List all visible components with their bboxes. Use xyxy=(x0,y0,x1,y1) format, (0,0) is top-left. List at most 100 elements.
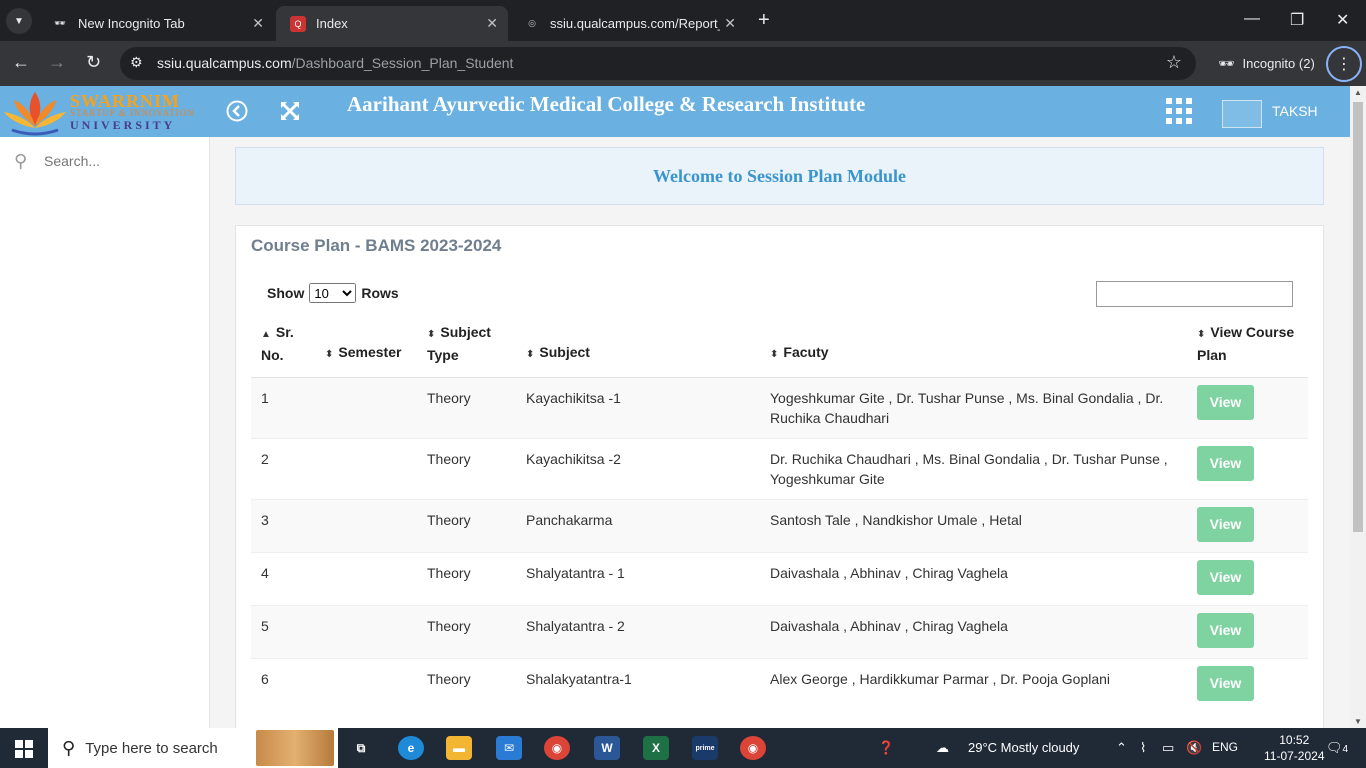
sidebar-search-input[interactable] xyxy=(44,149,194,173)
avatar[interactable] xyxy=(1222,100,1262,128)
fullscreen-icon[interactable] xyxy=(278,99,302,123)
cell-subject-type: Theory xyxy=(417,658,516,711)
column-sr-no[interactable]: ▲ Sr. No. xyxy=(251,318,315,378)
back-button[interactable]: ← xyxy=(12,52,30,73)
view-button[interactable]: View xyxy=(1197,560,1254,595)
page-size-select[interactable]: 102550100 xyxy=(309,283,357,303)
close-icon[interactable]: ✕ xyxy=(724,15,736,32)
taskbar-search-placeholder: Type here to search xyxy=(85,739,218,757)
task-view-icon[interactable]: ⧉ xyxy=(348,736,374,760)
tab-title: New Incognito Tab xyxy=(78,16,185,31)
edge-icon[interactable]: e xyxy=(398,736,424,760)
reload-button[interactable]: ↻ xyxy=(86,52,101,73)
table-header-row: ▲ Sr. No. ⬍ Semester ⬍ Subject Type ⬍ Subject … xyxy=(251,318,1308,378)
sort-icon: ⬍ xyxy=(770,349,779,360)
table-row: 3 Theory Panchakarma Santosh Tale , Nandkis… xyxy=(251,499,1308,553)
chrome-incognito-icon[interactable]: ◉ xyxy=(740,736,766,760)
column-view-course-plan[interactable]: ⬍ View Course Plan xyxy=(1187,318,1308,378)
chrome-icon[interactable]: ◉ xyxy=(544,736,570,760)
app-header: SWARRNIM STARTUP & INNOVATION UNIVERSITY… xyxy=(0,86,1350,137)
course-plan-panel: Course Plan - BAMS 2023-2024 Show 102550… xyxy=(235,225,1324,728)
cell-semester xyxy=(315,658,417,711)
url-text: ssiu.qualcampus.com/Dashboard_Session_Pl… xyxy=(157,55,514,71)
tab-new-incognito[interactable]: 🕶 New Incognito Tab ✕ xyxy=(38,6,274,41)
back-circle-icon[interactable] xyxy=(226,100,248,122)
sort-asc-icon: ▲ xyxy=(261,329,271,340)
forward-button[interactable]: → xyxy=(48,52,66,73)
scrollbar-thumb[interactable] xyxy=(1353,102,1363,532)
close-window-button[interactable]: ✕ xyxy=(1336,10,1349,30)
course-plan-table: ▲ Sr. No. ⬍ Semester ⬍ Subject Type ⬍ Subject … xyxy=(251,318,1308,711)
view-button[interactable]: View xyxy=(1197,613,1254,648)
tab-search-button[interactable]: ▼ xyxy=(6,8,32,34)
browser-menu-button[interactable]: ⋮ xyxy=(1326,46,1362,82)
new-tab-button[interactable]: + xyxy=(758,9,770,32)
weather-icon[interactable]: ☁ xyxy=(936,740,949,756)
help-icon[interactable]: ❓ xyxy=(878,740,894,756)
cell-subject-type: Theory xyxy=(417,377,516,439)
clock[interactable]: 10:52 11-07-2024 xyxy=(1264,732,1325,764)
cell-sr-no: 5 xyxy=(251,605,315,659)
restore-button[interactable]: ❐ xyxy=(1290,10,1304,30)
column-semester[interactable]: ⬍ Semester xyxy=(315,318,417,378)
view-button[interactable]: View xyxy=(1197,446,1254,481)
taskbar-search[interactable]: ⚲ Type here to search xyxy=(48,728,338,768)
volume-muted-icon[interactable]: 🔇 xyxy=(1186,740,1202,756)
cell-faculty: Daivashala , Abhinav , Chirag Vaghela xyxy=(760,552,1187,606)
cell-subject: Kayachikitsa -1 xyxy=(516,377,760,439)
network-icon[interactable]: ⌇ xyxy=(1140,740,1146,756)
tab-report[interactable]: ◎ ssiu.qualcampus.com/Report_V ✕ xyxy=(510,6,746,41)
column-faculty[interactable]: ⬍ Facuty xyxy=(760,318,1187,378)
close-icon[interactable]: ✕ xyxy=(252,15,264,32)
windows-taskbar: ⚲ Type here to search ⧉ e ▬ ✉ ◉ W X prim… xyxy=(0,728,1366,768)
close-icon[interactable]: ✕ xyxy=(486,15,498,32)
cell-view-course-plan: View xyxy=(1187,377,1308,439)
incognito-icon: 🕶 xyxy=(1218,55,1235,71)
cell-subject: Shalakyatantra-1 xyxy=(516,658,760,711)
view-button[interactable]: View xyxy=(1197,666,1254,701)
site-info-icon[interactable]: ⚙ xyxy=(130,54,143,71)
word-icon[interactable]: W xyxy=(594,736,620,760)
table-row: 5 Theory Shalyatantra - 2 Daivashala , Abhi… xyxy=(251,605,1308,659)
excel-icon[interactable]: X xyxy=(643,736,669,760)
apps-grid-icon[interactable] xyxy=(1166,98,1192,124)
scroll-up-icon[interactable]: ▲ xyxy=(1354,88,1362,97)
table-search-input[interactable] xyxy=(1096,281,1293,307)
cell-subject: Kayachikitsa -2 xyxy=(516,438,760,500)
scroll-down-icon[interactable]: ▼ xyxy=(1354,717,1362,726)
chevron-up-icon[interactable]: ⌃ xyxy=(1116,740,1127,756)
prime-video-icon[interactable]: prime xyxy=(692,736,718,760)
cell-subject-type: Theory xyxy=(417,438,516,500)
minimize-button[interactable]: — xyxy=(1244,10,1260,28)
notification-icon[interactable]: 🗨4 xyxy=(1326,740,1348,756)
view-button[interactable]: View xyxy=(1197,385,1254,420)
globe-icon: ◎ xyxy=(528,18,536,28)
welcome-banner: Welcome to Session Plan Module xyxy=(235,147,1324,205)
cell-semester xyxy=(315,377,417,439)
university-logo[interactable]: SWARRNIM STARTUP & INNOVATION UNIVERSITY xyxy=(0,88,200,136)
battery-icon[interactable]: ▭ xyxy=(1162,740,1174,756)
windows-start-icon[interactable] xyxy=(15,740,33,758)
clock-time: 10:52 xyxy=(1279,733,1310,747)
column-subject[interactable]: ⬍ Subject xyxy=(516,318,760,378)
file-explorer-icon[interactable]: ▬ xyxy=(446,736,472,760)
cell-semester xyxy=(315,499,417,553)
page-size-control: Show 102550100 Rows xyxy=(267,283,399,303)
cell-view-course-plan: View xyxy=(1187,658,1308,711)
cell-faculty: Yogeshkumar Gite , Dr. Tushar Punse , Ms… xyxy=(760,377,1187,439)
sort-icon: ⬍ xyxy=(526,349,535,360)
bookmark-star-icon[interactable]: ☆ xyxy=(1166,52,1182,73)
tab-index[interactable]: Q Index ✕ xyxy=(276,6,508,41)
cell-view-course-plan: View xyxy=(1187,605,1308,659)
view-button[interactable]: View xyxy=(1197,507,1254,542)
sort-icon: ⬍ xyxy=(325,349,334,360)
language-indicator[interactable]: ENG xyxy=(1212,740,1238,754)
username[interactable]: TAKSH xyxy=(1272,103,1318,119)
address-bar[interactable]: ⚙ ssiu.qualcampus.com/Dashboard_Session_… xyxy=(120,47,1196,80)
mail-icon[interactable]: ✉ xyxy=(496,736,522,760)
incognito-indicator[interactable]: 🕶 Incognito (2) xyxy=(1208,47,1322,80)
column-subject-type[interactable]: ⬍ Subject Type xyxy=(417,318,516,378)
page-scrollbar[interactable]: ▲ ▼ xyxy=(1350,86,1366,728)
weather-text[interactable]: 29°C Mostly cloudy xyxy=(968,740,1079,755)
notification-count: 4 xyxy=(1342,744,1349,755)
